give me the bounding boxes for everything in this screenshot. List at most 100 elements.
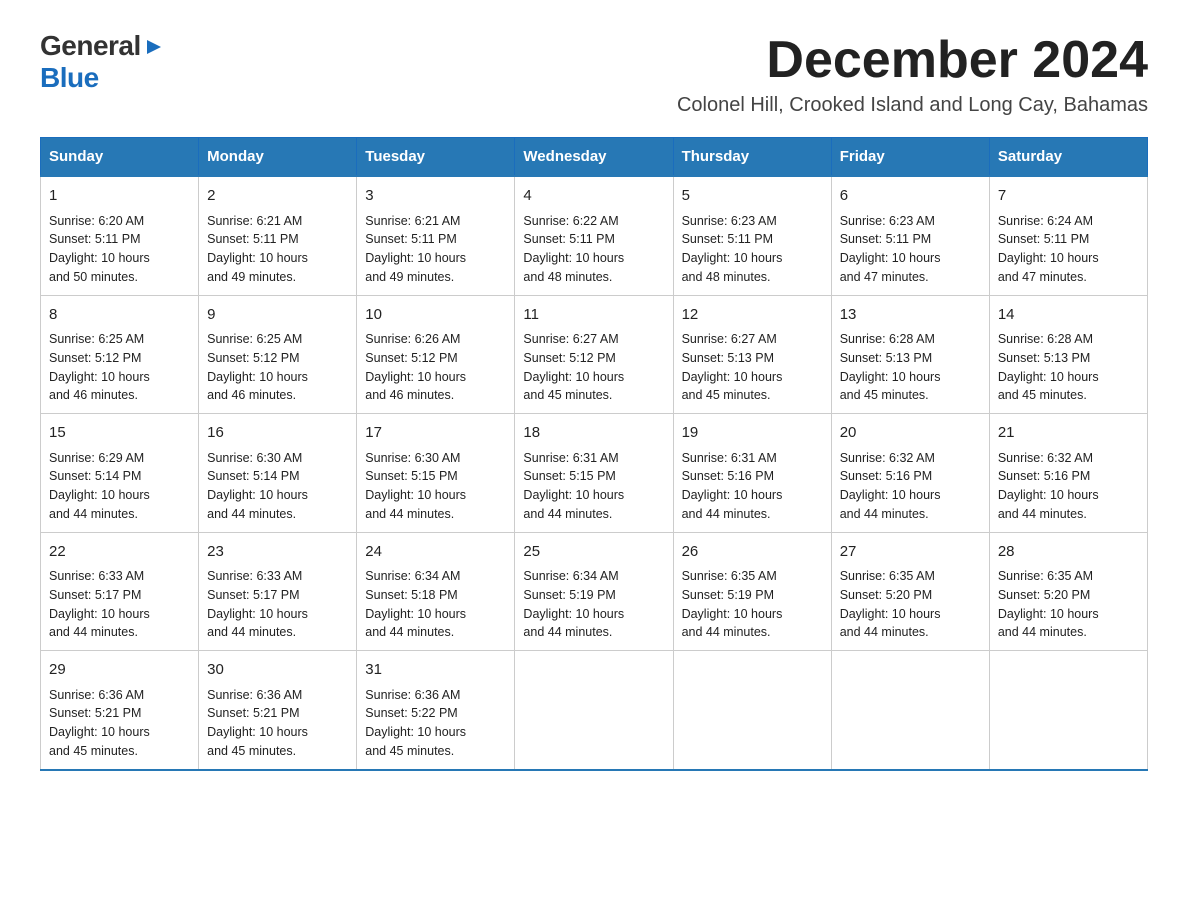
day-number: 25 [523, 541, 664, 564]
calendar-cell [831, 651, 989, 770]
day-number: 26 [682, 541, 823, 564]
calendar-cell: 6 Sunrise: 6:23 AMSunset: 5:11 PMDaylight… [831, 176, 989, 295]
calendar-cell: 29 Sunrise: 6:36 AMSunset: 5:21 PMDayligh… [41, 651, 199, 770]
weekday-header-wednesday: Wednesday [515, 138, 673, 177]
calendar-cell: 31Sunrise: 6:36 AMSunset: 5:22 PMDayligh… [357, 651, 515, 770]
day-number: 16 [207, 422, 348, 445]
day-number: 21 [998, 422, 1139, 445]
day-info: Sunrise: 6:21 AMSunset: 5:11 PMDaylight:… [207, 212, 348, 287]
calendar-cell: 14 Sunrise: 6:28 AMSunset: 5:13 PMDayligh… [989, 295, 1147, 414]
calendar-cell: 23 Sunrise: 6:33 AMSunset: 5:17 PMDayligh… [199, 532, 357, 651]
day-number: 22 [49, 541, 190, 564]
weekday-header-sunday: Sunday [41, 138, 199, 177]
day-number: 14 [998, 304, 1139, 327]
calendar-cell: 24 Sunrise: 6:34 AMSunset: 5:18 PMDayligh… [357, 532, 515, 651]
logo: General Blue [40, 30, 165, 94]
day-info: Sunrise: 6:35 AMSunset: 5:20 PMDaylight:… [840, 567, 981, 642]
calendar-cell: 16 Sunrise: 6:30 AMSunset: 5:14 PMDayligh… [199, 414, 357, 533]
calendar-cell: 11 Sunrise: 6:27 AMSunset: 5:12 PMDayligh… [515, 295, 673, 414]
day-info: Sunrise: 6:32 AMSunset: 5:16 PMDaylight:… [840, 449, 981, 524]
day-number: 18 [523, 422, 664, 445]
calendar-table: SundayMondayTuesdayWednesdayThursdayFrid… [40, 137, 1148, 771]
day-info: Sunrise: 6:28 AMSunset: 5:13 PMDaylight:… [998, 330, 1139, 405]
day-number: 1 [49, 185, 190, 208]
calendar-cell: 28Sunrise: 6:35 AMSunset: 5:20 PMDayligh… [989, 532, 1147, 651]
day-number: 17 [365, 422, 506, 445]
day-info: Sunrise: 6:35 AMSunset: 5:20 PMDaylight:… [998, 567, 1139, 642]
day-info: Sunrise: 6:27 AMSunset: 5:13 PMDaylight:… [682, 330, 823, 405]
calendar-cell: 15 Sunrise: 6:29 AMSunset: 5:14 PMDayligh… [41, 414, 199, 533]
day-number: 8 [49, 304, 190, 327]
day-number: 6 [840, 185, 981, 208]
day-number: 30 [207, 659, 348, 682]
day-number: 10 [365, 304, 506, 327]
day-info: Sunrise: 6:29 AMSunset: 5:14 PMDaylight:… [49, 449, 190, 524]
day-number: 11 [523, 304, 664, 327]
day-number: 23 [207, 541, 348, 564]
day-info: Sunrise: 6:33 AMSunset: 5:17 PMDaylight:… [207, 567, 348, 642]
title-area: December 2024 Colonel Hill, Crooked Isla… [677, 30, 1148, 117]
weekday-header-monday: Monday [199, 138, 357, 177]
calendar-cell [989, 651, 1147, 770]
calendar-cell: 13Sunrise: 6:28 AMSunset: 5:13 PMDayligh… [831, 295, 989, 414]
calendar-cell: 19 Sunrise: 6:31 AMSunset: 5:16 PMDayligh… [673, 414, 831, 533]
day-number: 19 [682, 422, 823, 445]
day-info: Sunrise: 6:36 AMSunset: 5:21 PMDaylight:… [49, 686, 190, 761]
calendar-cell: 1 Sunrise: 6:20 AMSunset: 5:11 PMDaylight… [41, 176, 199, 295]
day-info: Sunrise: 6:31 AMSunset: 5:15 PMDaylight:… [523, 449, 664, 524]
weekday-header-tuesday: Tuesday [357, 138, 515, 177]
day-number: 2 [207, 185, 348, 208]
day-info: Sunrise: 6:20 AMSunset: 5:11 PMDaylight:… [49, 212, 190, 287]
weekday-header-thursday: Thursday [673, 138, 831, 177]
calendar-cell: 8 Sunrise: 6:25 AMSunset: 5:12 PMDaylight… [41, 295, 199, 414]
logo-arrow-icon [143, 36, 165, 58]
day-number: 3 [365, 185, 506, 208]
header: General Blue December 2024 Colonel Hill,… [40, 30, 1148, 117]
day-info: Sunrise: 6:24 AMSunset: 5:11 PMDaylight:… [998, 212, 1139, 287]
calendar-cell: 3 Sunrise: 6:21 AMSunset: 5:11 PMDaylight… [357, 176, 515, 295]
day-info: Sunrise: 6:25 AMSunset: 5:12 PMDaylight:… [49, 330, 190, 405]
calendar-cell: 9Sunrise: 6:25 AMSunset: 5:12 PMDaylight… [199, 295, 357, 414]
day-info: Sunrise: 6:28 AMSunset: 5:13 PMDaylight:… [840, 330, 981, 405]
calendar-cell: 30 Sunrise: 6:36 AMSunset: 5:21 PMDayligh… [199, 651, 357, 770]
calendar-cell [515, 651, 673, 770]
day-number: 15 [49, 422, 190, 445]
day-info: Sunrise: 6:35 AMSunset: 5:19 PMDaylight:… [682, 567, 823, 642]
day-info: Sunrise: 6:36 AMSunset: 5:22 PMDaylight:… [365, 686, 506, 761]
day-number: 7 [998, 185, 1139, 208]
day-info: Sunrise: 6:30 AMSunset: 5:15 PMDaylight:… [365, 449, 506, 524]
day-info: Sunrise: 6:30 AMSunset: 5:14 PMDaylight:… [207, 449, 348, 524]
day-info: Sunrise: 6:31 AMSunset: 5:16 PMDaylight:… [682, 449, 823, 524]
day-number: 4 [523, 185, 664, 208]
calendar-cell: 18 Sunrise: 6:31 AMSunset: 5:15 PMDayligh… [515, 414, 673, 533]
calendar-cell: 27 Sunrise: 6:35 AMSunset: 5:20 PMDayligh… [831, 532, 989, 651]
day-number: 27 [840, 541, 981, 564]
weekday-header-friday: Friday [831, 138, 989, 177]
day-info: Sunrise: 6:36 AMSunset: 5:21 PMDaylight:… [207, 686, 348, 761]
day-number: 29 [49, 659, 190, 682]
day-info: Sunrise: 6:25 AMSunset: 5:12 PMDaylight:… [207, 330, 348, 405]
day-number: 24 [365, 541, 506, 564]
calendar-cell: 25Sunrise: 6:34 AMSunset: 5:19 PMDayligh… [515, 532, 673, 651]
calendar-cell: 4Sunrise: 6:22 AMSunset: 5:11 PMDaylight… [515, 176, 673, 295]
location-subtitle: Colonel Hill, Crooked Island and Long Ca… [677, 94, 1148, 117]
day-number: 20 [840, 422, 981, 445]
day-info: Sunrise: 6:34 AMSunset: 5:18 PMDaylight:… [365, 567, 506, 642]
day-info: Sunrise: 6:23 AMSunset: 5:11 PMDaylight:… [840, 212, 981, 287]
logo-blue-text: Blue [40, 62, 99, 93]
day-info: Sunrise: 6:27 AMSunset: 5:12 PMDaylight:… [523, 330, 664, 405]
calendar-cell: 5 Sunrise: 6:23 AMSunset: 5:11 PMDaylight… [673, 176, 831, 295]
calendar-cell: 12Sunrise: 6:27 AMSunset: 5:13 PMDayligh… [673, 295, 831, 414]
month-title: December 2024 [677, 30, 1148, 90]
calendar-cell: 10Sunrise: 6:26 AMSunset: 5:12 PMDayligh… [357, 295, 515, 414]
day-info: Sunrise: 6:23 AMSunset: 5:11 PMDaylight:… [682, 212, 823, 287]
weekday-header-saturday: Saturday [989, 138, 1147, 177]
day-number: 5 [682, 185, 823, 208]
calendar-cell [673, 651, 831, 770]
day-info: Sunrise: 6:21 AMSunset: 5:11 PMDaylight:… [365, 212, 506, 287]
calendar-cell: 26 Sunrise: 6:35 AMSunset: 5:19 PMDayligh… [673, 532, 831, 651]
calendar-cell: 7 Sunrise: 6:24 AMSunset: 5:11 PMDaylight… [989, 176, 1147, 295]
calendar-cell: 22Sunrise: 6:33 AMSunset: 5:17 PMDayligh… [41, 532, 199, 651]
calendar-cell: 21Sunrise: 6:32 AMSunset: 5:16 PMDayligh… [989, 414, 1147, 533]
logo-general-text: General [40, 30, 141, 62]
